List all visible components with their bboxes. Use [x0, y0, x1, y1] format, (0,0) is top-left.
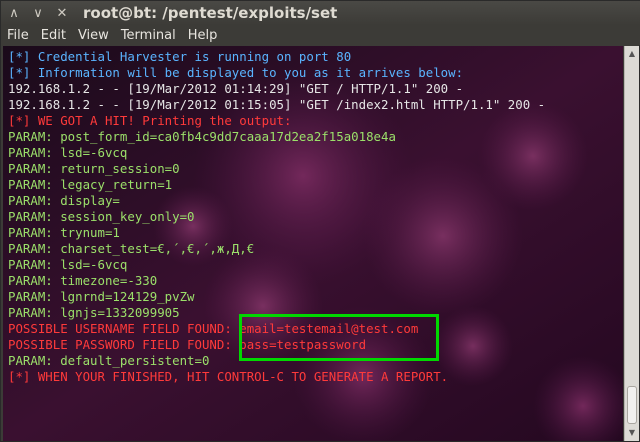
- terminal-line: 192.168.1.2 - - [19/Mar/2012 01:15:05] "…: [8, 97, 546, 112]
- terminal-line: PARAM: lsd=-6vcq: [8, 145, 128, 160]
- menu-view[interactable]: View: [78, 28, 109, 43]
- terminal-output[interactable]: [*] Credential Harvester is running on p…: [3, 46, 623, 441]
- terminal-line: [*] Credential Harvester is running on p…: [8, 49, 352, 64]
- window-title: root@bt: /pentest/exploits/set: [83, 4, 338, 22]
- terminal-line: 192.168.1.2 - - [19/Mar/2012 01:14:29] "…: [8, 81, 464, 96]
- terminal-line: PARAM: post_form_id=ca0fb4c9dd7caaa17d2e…: [8, 129, 396, 144]
- terminal-line: PARAM: display=: [8, 193, 120, 208]
- terminal-line: [*] WE GOT A HIT! Printing the output:: [8, 113, 292, 128]
- menu-file[interactable]: File: [7, 28, 29, 43]
- terminal-line: PARAM: legacy_return=1: [8, 177, 173, 192]
- menu-help[interactable]: Help: [188, 28, 218, 43]
- maximize-button[interactable]: ∧: [3, 2, 25, 24]
- up-arrow-icon[interactable]: ▲: [625, 47, 639, 60]
- title-bar: ∧ ∨ ✕ root@bt: /pentest/exploits/set: [1, 1, 640, 25]
- vertical-scrollbar[interactable]: ▲ ▼: [624, 46, 639, 441]
- terminal-line: PARAM: lgnrnd=124129_pvZw: [8, 289, 195, 304]
- terminal-line: PARAM: charset_test=€,´,€,´,ж,Д,€: [8, 241, 255, 256]
- down-arrow-icon[interactable]: ▼: [625, 426, 639, 439]
- terminal-line: PARAM: return_session=0: [8, 161, 180, 176]
- menu-terminal[interactable]: Terminal: [121, 28, 176, 43]
- credential-highlight-box: [239, 314, 439, 361]
- terminal-window: ∧ ∨ ✕ root@bt: /pentest/exploits/set Fil…: [0, 0, 640, 442]
- terminal-line: [*] Information will be displayed to you…: [8, 65, 464, 80]
- terminal-line: [*] WHEN YOUR FINISHED, HIT CONTROL-C TO…: [8, 369, 449, 384]
- terminal-line: PARAM: trynum=1: [8, 225, 120, 240]
- terminal-line: PARAM: timezone=-330: [8, 273, 158, 288]
- scroll-thumb[interactable]: [627, 386, 637, 424]
- minimize-button[interactable]: ∨: [27, 2, 49, 24]
- menu-edit[interactable]: Edit: [41, 28, 66, 43]
- terminal-line: PARAM: session_key_only=0: [8, 209, 195, 224]
- close-button[interactable]: ✕: [51, 2, 73, 24]
- menu-bar: File Edit View Terminal Help: [1, 25, 640, 45]
- terminal-line: PARAM: lsd=-6vcq: [8, 257, 128, 272]
